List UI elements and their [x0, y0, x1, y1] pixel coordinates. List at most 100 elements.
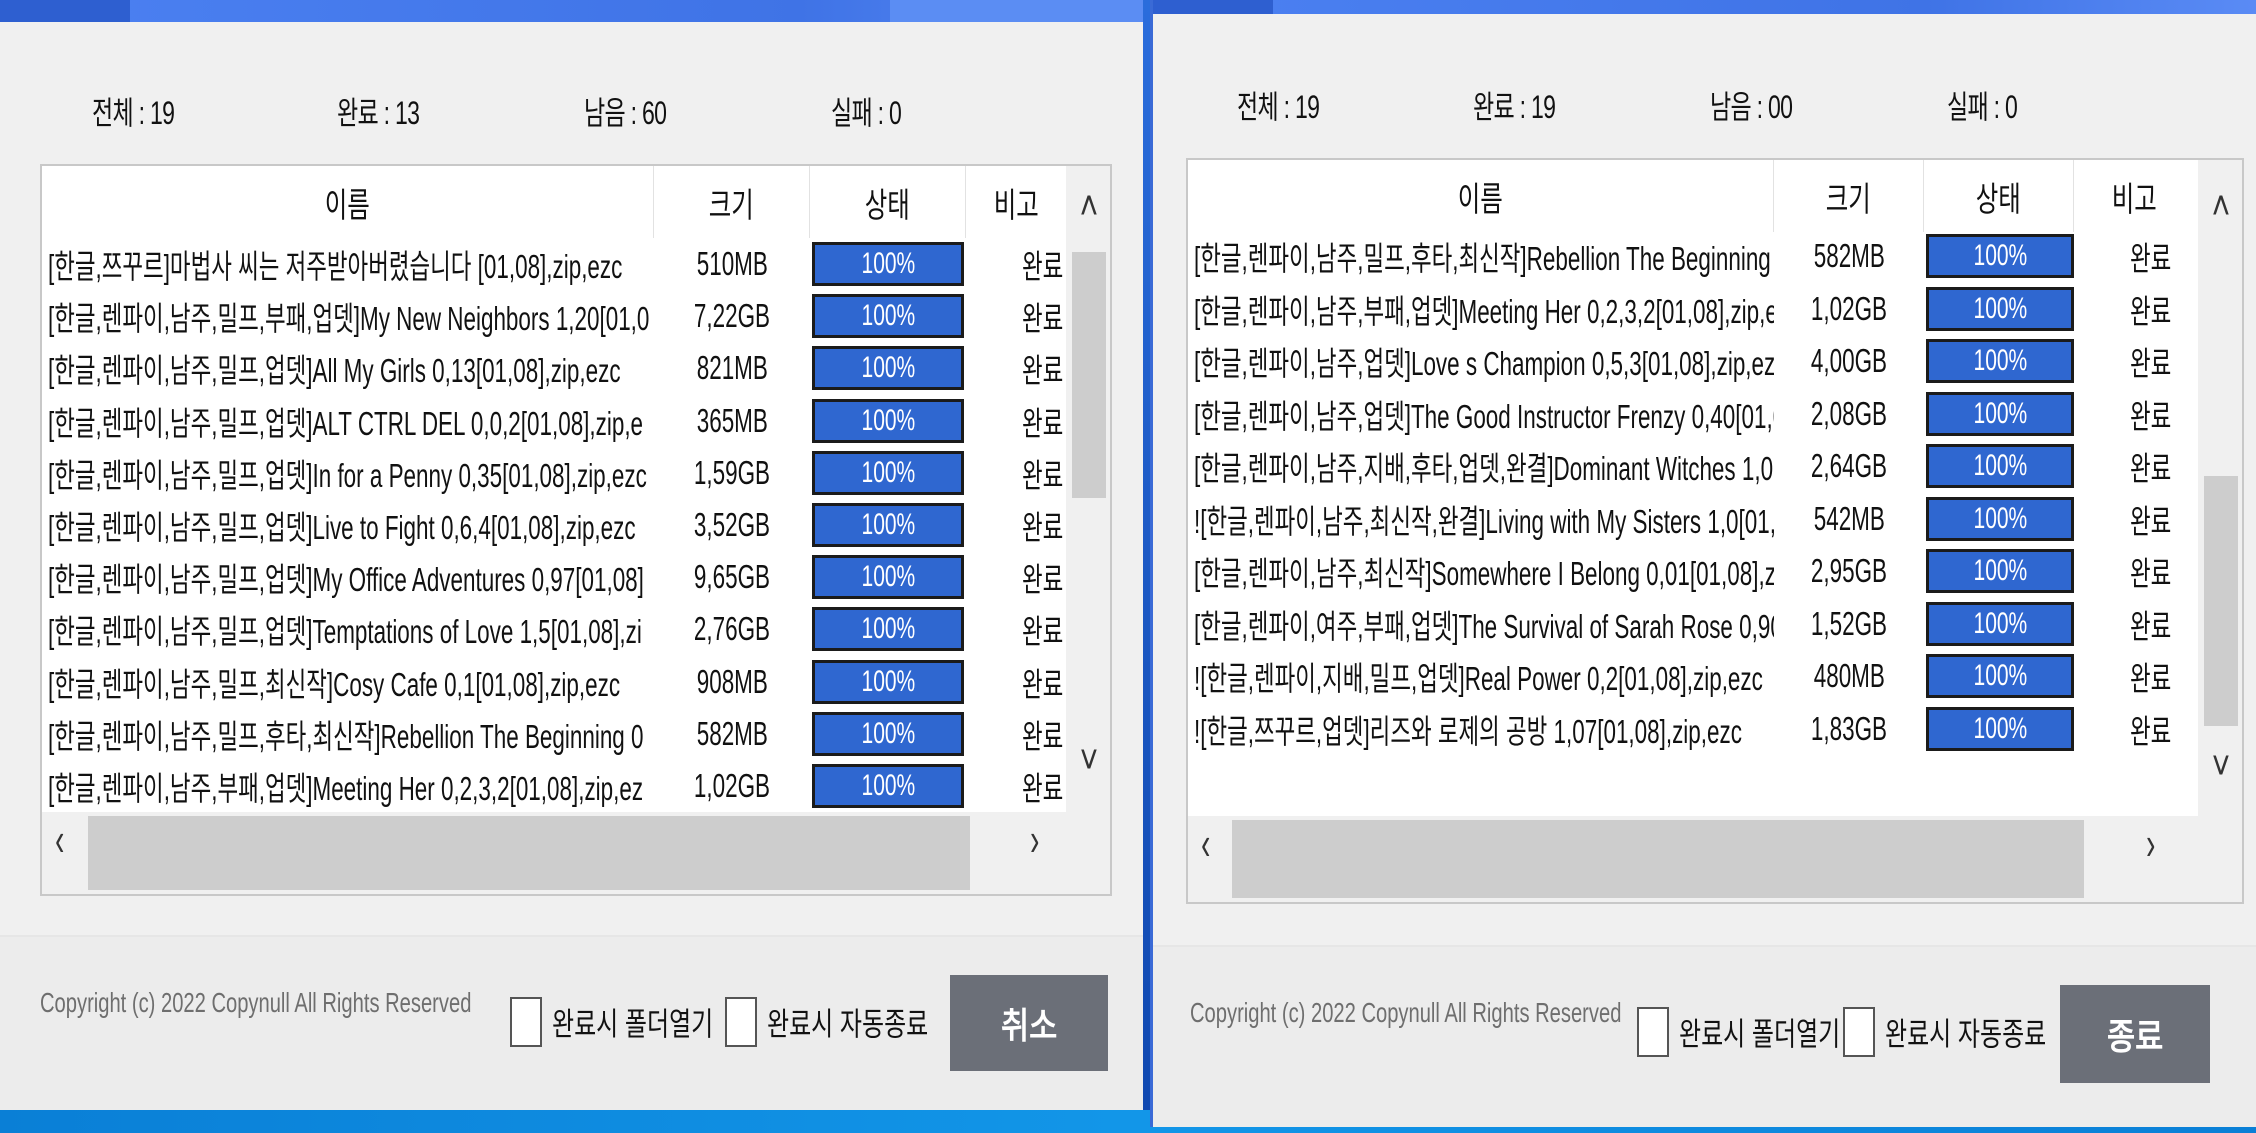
scroll-up-icon[interactable]: ˄	[2203, 184, 2240, 229]
list-item[interactable]: [한글,렌파이,남주,밀프,업뎃]ALT CTRL DEL 0,0,2[01,0…	[42, 395, 1110, 447]
column-status[interactable]: 상태	[1924, 160, 2074, 232]
list-item[interactable]: [한글,렌파이,남주,부패,업뎃]Meeting Her 0,2,3,2[01,…	[1188, 283, 2242, 335]
exit-button[interactable]: 종료	[2060, 985, 2210, 1083]
file-name-cell: [한글,쯔꾸르]마법사 씨는 저주받아버렸습니다 [01,08],zip,ezc	[48, 248, 623, 285]
list-item[interactable]: [한글,렌파이,남주,업뎃]The Good Instructor Frenzy…	[1188, 388, 2242, 440]
vertical-scrollbar[interactable]: ˄ ˅	[1066, 166, 1110, 812]
list-item[interactable]: [한글,렌파이,남주,지배,후타,업뎃,완결]Dominant Witches …	[1188, 440, 2242, 492]
progress-label: 100%	[861, 716, 915, 750]
open-folder-label: 완료시 폴더열기	[552, 1006, 714, 1042]
list-item[interactable]: [한글,렌파이,남주,최신작]Somewhere I Belong 0,01[0…	[1188, 545, 2242, 597]
file-name-cell: [한글,렌파이,남주,업뎃]The Good Instructor Frenzy…	[1194, 397, 1774, 435]
scroll-left-icon[interactable]: ‹	[1201, 816, 1210, 870]
hscrollbar-thumb[interactable]	[1232, 820, 2084, 898]
list-item[interactable]: [한글,렌파이,남주,밀프,후타,최신작]Rebellion The Begin…	[42, 708, 1110, 760]
progress-label: 100%	[861, 769, 915, 802]
scrollbar-thumb[interactable]	[1072, 252, 1106, 498]
checkbox-box[interactable]	[1843, 1007, 1875, 1057]
scroll-down-icon[interactable]: ˅	[2203, 744, 2240, 789]
scrollbar-thumb[interactable]	[2204, 476, 2238, 726]
progress-label: 100%	[1973, 554, 2027, 587]
status-note-cell: 완료	[1022, 561, 1064, 599]
footer: Copyright (c) 2022 Copynull All Rights R…	[0, 935, 1143, 1110]
progress-label: 100%	[1973, 501, 2027, 535]
auto-exit-label: 완료시 자동종료	[1885, 1016, 2047, 1052]
column-size[interactable]: 크기	[654, 166, 810, 238]
progress-label: 100%	[1973, 711, 2027, 745]
scroll-down-icon[interactable]: ˅	[1071, 738, 1108, 783]
file-name-cell: [한글,렌파이,남주,최신작]Somewhere I Belong 0,01[0…	[1194, 555, 1774, 592]
title-bar[interactable]	[1153, 0, 2256, 14]
cancel-button[interactable]: 취소	[950, 975, 1108, 1071]
status-note-cell: 완료	[1022, 770, 1064, 807]
list-item[interactable]: [한글,렌파이,남주,밀프,업뎃]Temptations of Love 1,5…	[42, 603, 1110, 655]
status-note-cell: 완료	[2130, 292, 2172, 330]
status-note-cell: 완료	[1022, 613, 1064, 651]
scroll-right-icon[interactable]: ›	[1030, 812, 1039, 866]
stat-done: 완료 : 19	[1473, 89, 1556, 125]
list-item[interactable]: [한글,렌파이,남주,부패,업뎃]Meeting Her 0,2,3,2[01,…	[42, 760, 1110, 812]
progress-bar: 100%	[1926, 496, 2074, 541]
list-item[interactable]: [한글,렌파이,남주,업뎃]Love s Champion 0,5,3[01,0…	[1188, 335, 2242, 387]
column-note[interactable]: 비고	[2074, 160, 2194, 232]
list-item[interactable]: ![한글,렌파이,지배,밀프,업뎃]Real Power 0,2[01,08],…	[1188, 650, 2242, 702]
file-size-cell: 582MB	[1813, 237, 1885, 274]
file-name-cell: [한글,렌파이,남주,밀프,후타,최신작]Rebellion The Begin…	[48, 717, 644, 755]
list-item[interactable]: ![한글,쯔꾸르,업뎃]리즈와 로제의 공방 1,07[01,08],zip,e…	[1188, 703, 2242, 755]
column-name[interactable]: 이름	[42, 166, 654, 238]
hscrollbar-thumb[interactable]	[88, 816, 970, 890]
file-size-cell: 582MB	[696, 714, 768, 752]
status-note-cell: 완료	[2130, 345, 2172, 382]
progress-bar: 100%	[1926, 444, 2074, 488]
progress-label: 100%	[861, 247, 915, 280]
progress-bar: 100%	[812, 294, 964, 339]
checkbox-box[interactable]	[510, 997, 542, 1047]
list-item[interactable]: [한글,렌파이,남주,밀프,최신작]Cosy Cafe 0,1[01,08],z…	[42, 656, 1110, 708]
file-name-cell: [한글,렌파이,여주,부패,업뎃]The Survival of Sarah R…	[1194, 607, 1774, 645]
stat-failed: 실패 : 0	[1947, 89, 2018, 125]
copyright-text: Copyright (c) 2022 Copynull All Rights R…	[40, 987, 472, 1018]
list-item[interactable]: [한글,렌파이,남주,밀프,업뎃]All My Girls 0,13[01,08…	[42, 342, 1110, 394]
horizontal-scrollbar[interactable]: ‹ ›	[1188, 816, 2242, 902]
file-size-cell: 3,52GB	[693, 506, 771, 543]
list-item[interactable]: [한글,렌파이,남주,밀프,부패,업뎃]My New Neighbors 1,2…	[42, 290, 1110, 342]
column-name[interactable]: 이름	[1188, 160, 1774, 232]
auto-exit-label: 완료시 자동종료	[767, 1006, 929, 1042]
column-size[interactable]: 크기	[1774, 160, 1924, 232]
download-list[interactable]: 이름 크기 상태 비고 [한글,쯔꾸르]마법사 씨는 저주받아버렸습니다 [01…	[40, 164, 1112, 896]
file-name-cell: [한글,렌파이,남주,밀프,업뎃]My Office Adventures 0,…	[48, 561, 644, 599]
download-list[interactable]: 이름 크기 상태 비고 [한글,렌파이,남주,밀프,후타,최신작]Rebelli…	[1186, 158, 2244, 904]
horizontal-scrollbar[interactable]: ‹ ›	[42, 812, 1110, 894]
vertical-scrollbar[interactable]: ˄ ˅	[2198, 160, 2242, 816]
checkbox-box[interactable]	[1637, 1007, 1669, 1057]
checkbox-box[interactable]	[725, 997, 757, 1047]
file-size-cell: 1,52GB	[1810, 604, 1888, 642]
download-window-left: 전체 : 19 완료 : 13 남음 : 60 실패 : 0 이름 크기 상태 …	[0, 0, 1143, 1110]
file-size-cell: 4,00GB	[1810, 342, 1888, 379]
progress-bar: 100%	[1926, 601, 2074, 646]
list-item[interactable]: [한글,렌파이,남주,밀프,업뎃]My Office Adventures 0,…	[42, 551, 1110, 603]
list-item[interactable]: [한글,렌파이,남주,밀프,업뎃]Live to Fight 0,6,4[01,…	[42, 499, 1110, 551]
file-name-cell: [한글,렌파이,남주,밀프,부패,업뎃]My New Neighbors 1,2…	[48, 300, 650, 338]
file-name-cell: [한글,렌파이,남주,밀프,업뎃]In for a Penny 0,35[01,…	[48, 456, 647, 494]
title-bar[interactable]	[0, 0, 1143, 22]
list-item[interactable]: ![한글,렌파이,남주,최신작,완결]Living with My Sister…	[1188, 493, 2242, 545]
status-note-cell: 완료	[1022, 665, 1064, 703]
progress-bar: 100%	[812, 711, 964, 756]
scroll-up-icon[interactable]: ˄	[1071, 184, 1108, 229]
progress-label: 100%	[861, 403, 915, 437]
list-item[interactable]: [한글,렌파이,남주,밀프,업뎃]In for a Penny 0,35[01,…	[42, 447, 1110, 499]
scroll-right-icon[interactable]: ›	[2146, 816, 2155, 870]
list-item[interactable]: [한글,쯔꾸르]마법사 씨는 저주받아버렸습니다 [01,08],zip,ezc…	[42, 238, 1110, 290]
file-size-cell: 908MB	[696, 662, 768, 700]
stat-done: 완료 : 13	[337, 95, 420, 131]
list-item[interactable]: [한글,렌파이,여주,부패,업뎃]The Survival of Sarah R…	[1188, 598, 2242, 650]
scroll-left-icon[interactable]: ‹	[55, 812, 64, 866]
auto-exit-checkbox[interactable]: 완료시 자동종료	[725, 997, 982, 1047]
progress-bar: 100%	[812, 659, 964, 704]
list-item[interactable]: [한글,렌파이,남주,밀프,후타,최신작]Rebellion The Begin…	[1188, 230, 2242, 282]
progress-bar: 100%	[812, 242, 964, 286]
column-note[interactable]: 비고	[966, 166, 1066, 238]
stat-total: 전체 : 19	[1237, 89, 1320, 125]
column-status[interactable]: 상태	[810, 166, 966, 238]
